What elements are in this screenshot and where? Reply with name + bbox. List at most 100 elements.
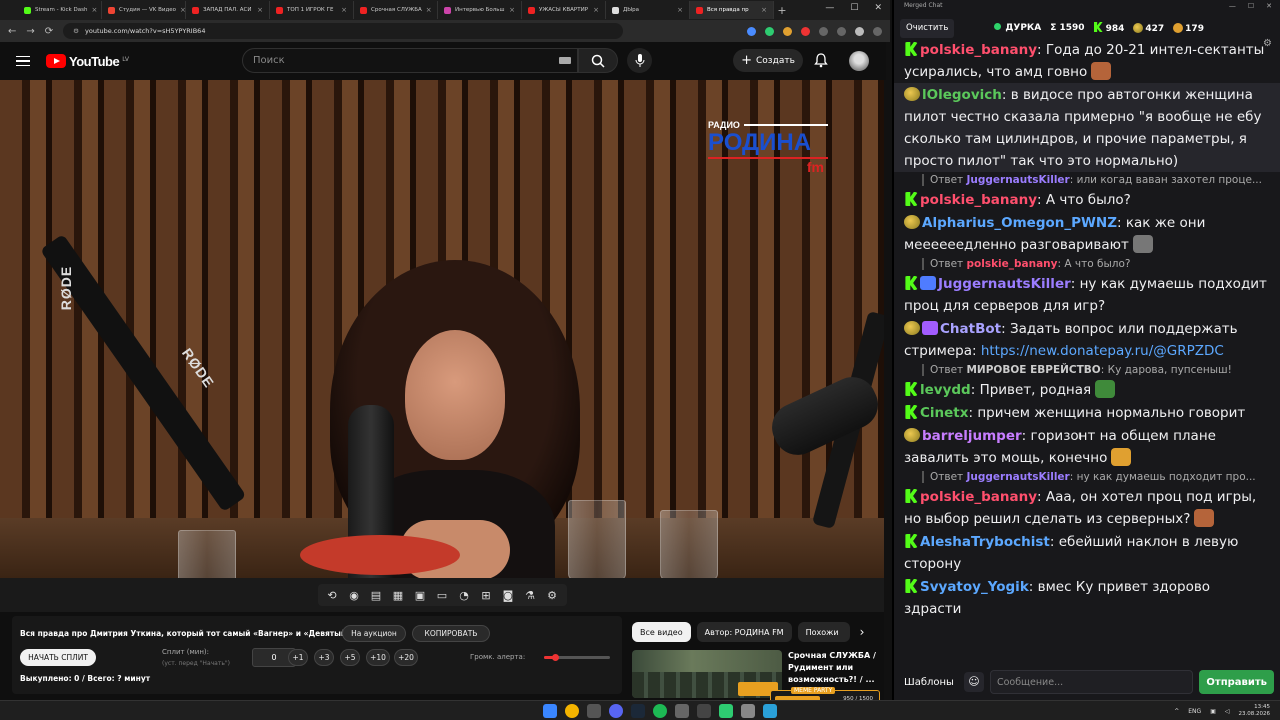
video-player[interactable]: RØDE RØDE РАДИО РОДИНА fm — [0, 80, 884, 578]
reply-preview[interactable]: Ответ JuggernautsKiller: ну как думаешь … — [894, 469, 1280, 485]
chat-messages[interactable]: polskie_banany: Года до 20-21 интел-сект… — [894, 38, 1280, 660]
chat-message[interactable]: ChatBot: Задать вопрос или поддержать ст… — [894, 317, 1280, 362]
related-video-title[interactable]: Срочная СЛУЖБА / Рудимент или возможност… — [788, 650, 884, 686]
obs-icon[interactable] — [697, 704, 711, 718]
telegram-icon[interactable] — [763, 704, 777, 718]
alert-volume-slider[interactable] — [544, 654, 610, 661]
chat-message[interactable]: polskie_banany: Года до 20-21 интел-сект… — [894, 38, 1280, 83]
volume-icon[interactable]: ◁ — [1225, 708, 1230, 715]
reload-icon[interactable]: ⟳ — [45, 26, 53, 37]
close-window-icon[interactable]: ✕ — [1266, 2, 1272, 10]
screenshot-icon[interactable]: ◙ — [500, 587, 517, 604]
chat-username[interactable]: polskie_banany — [920, 42, 1037, 58]
chat-username[interactable]: JuggernautsKiller — [938, 276, 1071, 292]
emoji-icon[interactable]: ☺ — [963, 672, 984, 692]
gear-icon[interactable]: ⚙ — [544, 587, 561, 604]
chat-message[interactable]: polskie_banany: Ааа, он хотел проц под и… — [894, 485, 1280, 530]
app-icon[interactable] — [675, 704, 689, 718]
chat-message[interactable]: barreljumper: горизонт на общем плане за… — [894, 424, 1280, 469]
add-icon[interactable]: ⊞ — [478, 587, 495, 604]
loop-icon[interactable]: ⟲ — [324, 587, 341, 604]
tray-chevron-icon[interactable]: ^ — [1174, 708, 1179, 715]
chevron-right-icon[interactable]: › — [860, 625, 865, 639]
extension-icon[interactable] — [783, 26, 792, 36]
chat-username[interactable]: Alpharius_Omegon_PWNZ — [922, 215, 1117, 231]
chat-link[interactable]: https://new.donatepay.ru/@GRPZDC — [981, 343, 1224, 359]
maximize-icon[interactable]: ☐ — [1248, 2, 1254, 10]
close-tab-icon[interactable]: × — [180, 6, 185, 14]
increment-button[interactable]: +3 — [314, 649, 334, 666]
back-icon[interactable]: ← — [8, 26, 16, 37]
increment-button[interactable]: +1 — [288, 649, 308, 666]
browser-tab[interactable]: Вся правда пр × — [690, 1, 774, 19]
close-tab-icon[interactable]: × — [509, 6, 515, 14]
auction-button[interactable]: На аукцион — [342, 625, 406, 642]
chat-username[interactable]: lOlegovich — [922, 87, 1002, 103]
speed-icon[interactable]: ◔ — [456, 587, 473, 604]
forward-icon[interactable]: → — [26, 26, 34, 37]
maximize-icon[interactable]: ☐ — [850, 3, 858, 13]
pip-icon[interactable]: ▣ — [412, 587, 429, 604]
search-button[interactable] — [578, 48, 618, 73]
app-icon[interactable] — [741, 704, 755, 718]
browser-tab[interactable]: Студия — VK Видео × — [102, 1, 186, 19]
clapper-icon[interactable]: ▦ — [390, 587, 407, 604]
minimize-icon[interactable]: — — [825, 3, 834, 13]
steam-icon[interactable] — [631, 704, 645, 718]
chat-username[interactable]: polskie_banany — [920, 192, 1037, 208]
url-field[interactable]: ⚙ youtube.com/watch?v=sH5YPYRIB64 — [63, 23, 624, 39]
chat-username[interactable]: AleshaTrybochist — [920, 534, 1050, 550]
chrome-icon[interactable] — [565, 704, 579, 718]
browser-tab[interactable]: ТОП 1 ИГРОК ГЕ × — [270, 1, 354, 19]
app-icon[interactable] — [587, 704, 601, 718]
close-tab-icon[interactable]: × — [257, 6, 263, 14]
browser-tab[interactable]: Срочная СЛУЖБА × — [354, 1, 438, 19]
close-tab-icon[interactable]: × — [677, 6, 683, 14]
chat-username[interactable]: levydd — [920, 382, 971, 398]
site-info-icon[interactable]: ⚙ — [73, 27, 79, 35]
discord-icon[interactable] — [609, 704, 623, 718]
related-video-thumbnail[interactable] — [632, 650, 782, 698]
reply-preview[interactable]: Ответ JuggernautsKiller: или когад ваван… — [894, 172, 1280, 188]
chat-username[interactable]: Cinetx — [920, 405, 968, 421]
theater-icon[interactable]: ▭ — [434, 587, 451, 604]
avatar[interactable] — [849, 51, 869, 71]
browser-tab[interactable]: УЖАСЫ КВАРТИР × — [522, 1, 606, 19]
broadcast-icon[interactable]: ◉ — [346, 587, 363, 604]
chat-message[interactable]: JuggernautsKiller: ну как думаешь подход… — [894, 272, 1280, 317]
close-tab-icon[interactable]: × — [91, 6, 97, 14]
copy-button[interactable]: КОПИРОВАТЬ — [412, 625, 490, 642]
menu-icon[interactable] — [873, 26, 882, 36]
browser-tab[interactable]: Stream - Kick Dash × — [18, 1, 102, 19]
chat-message[interactable]: lOlegovich: в видосе про автогонки женщи… — [894, 83, 1280, 172]
chat-message[interactable]: Cinetx: причем женщина нормально говорит — [894, 401, 1280, 424]
close-tab-icon[interactable]: × — [761, 6, 767, 14]
menu-icon[interactable] — [16, 53, 30, 70]
create-button[interactable]: + Создать — [733, 49, 803, 72]
extension-icon[interactable] — [801, 26, 810, 36]
chat-message[interactable]: levydd: Привет, родная — [894, 378, 1280, 401]
message-input[interactable]: Сообщение... — [989, 670, 1194, 694]
chat-message[interactable]: Svyatoy_Yogik: вмес Ку привет здорово зд… — [894, 575, 1280, 620]
extension-icon[interactable] — [765, 26, 774, 36]
voice-search-button[interactable] — [627, 48, 652, 73]
browser-tab[interactable]: Интервью Больш × — [438, 1, 522, 19]
templates-button[interactable]: Шаблоны — [900, 677, 958, 688]
language-indicator[interactable]: ENG — [1188, 708, 1201, 715]
chat-username[interactable]: polskie_banany — [920, 489, 1037, 505]
minimize-icon[interactable]: — — [1229, 2, 1236, 10]
settings-icon[interactable]: ▤ — [368, 587, 385, 604]
clear-button[interactable]: Очистить — [900, 18, 955, 38]
chat-message[interactable]: Alpharius_Omegon_PWNZ: как же они меееее… — [894, 211, 1280, 256]
close-tab-icon[interactable]: × — [426, 6, 432, 14]
increment-button[interactable]: +10 — [366, 649, 390, 666]
clock[interactable]: 13:45 23.08.2026 — [1239, 704, 1271, 718]
search-input[interactable]: Поиск — [242, 48, 578, 73]
browser-tab[interactable]: ДЫра × — [606, 1, 690, 19]
close-window-icon[interactable]: ✕ — [874, 3, 882, 13]
spotify-icon[interactable] — [653, 704, 667, 718]
reply-username[interactable]: JuggernautsKiller — [966, 471, 1069, 483]
increment-button[interactable]: +20 — [394, 649, 418, 666]
chip-author[interactable]: Автор: РОДИНА FM — [696, 622, 792, 642]
chip-similar[interactable]: Похожи — [797, 622, 850, 642]
